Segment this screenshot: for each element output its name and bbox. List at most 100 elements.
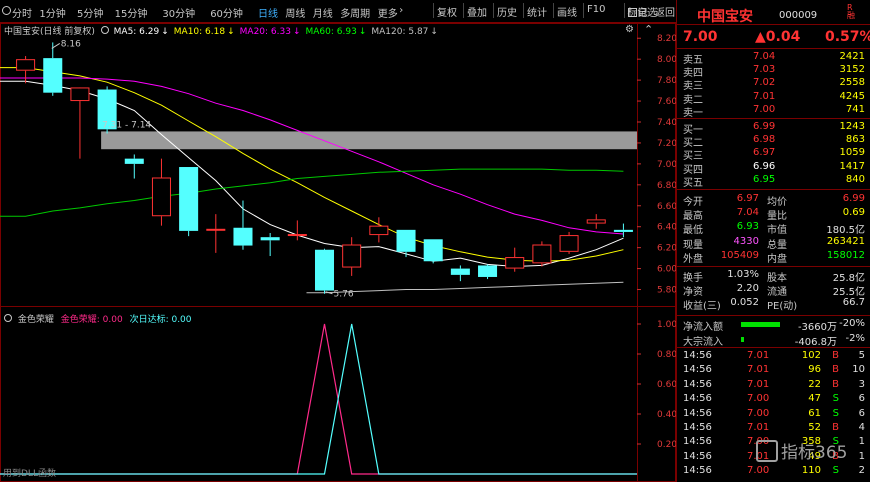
bid-row: 买四 6.96 1417: [677, 161, 870, 176]
candle-body: [16, 59, 36, 71]
stat-label: 市值: [767, 225, 787, 237]
stat-row: 最低 6.93 市值 180.5亿: [677, 221, 870, 237]
candles: [16, 42, 633, 294]
price-axis-label: 7.40: [657, 118, 676, 128]
trade-count: 6: [858, 407, 865, 419]
flow-label: 净流入额: [683, 322, 723, 333]
trade-volume: 52: [808, 422, 821, 433]
stat-value: 66.7: [842, 297, 865, 309]
ma-legend-item: MA10: 6.18: [173, 27, 226, 37]
dll-footer: 用到DLL函数: [3, 469, 56, 479]
ask-row: 卖五 7.04 2421: [677, 51, 870, 66]
ask-volume: 3152: [839, 64, 865, 76]
stat-label: 流通: [767, 287, 787, 299]
ma-arrow-icon: ↓: [358, 27, 367, 37]
moving-average-lines: [0, 67, 624, 294]
stat-value: 158012: [826, 249, 865, 261]
trade-count: 6: [858, 393, 865, 405]
stat-row: 今开 6.97 均价 6.99: [677, 193, 870, 208]
ask-price: 7.04: [753, 51, 776, 62]
settings-gear-icon[interactable]: ⚙: [625, 24, 634, 35]
stat-value: 1.03%: [727, 269, 759, 280]
stat-value: 25.5亿: [832, 287, 865, 299]
ma-line-ma20: [0, 77, 624, 235]
trade-row: 14:56 7.01 22 B 3: [677, 379, 870, 392]
stat-row: 收益(三) 0.052 PE(动) 66.7: [677, 297, 870, 313]
ask-label: 卖一: [683, 107, 703, 119]
bid-volume: 840: [845, 173, 865, 185]
stat-label: 净资: [683, 287, 703, 299]
trade-time: 14:56: [683, 450, 712, 462]
trade-side: S: [832, 465, 839, 477]
ma-legend-items: MA5: 6.29 ↓ MA10: 6.18 ↓ MA20: 6.33 ↓ MA60: 6.…: [114, 27, 443, 37]
watermark: 指标365: [756, 438, 847, 463]
stat-value: 25.8亿: [832, 273, 865, 284]
stat-value: 6.93: [736, 221, 759, 233]
candle-body: [613, 229, 633, 232]
price-axis-label: 7.00: [657, 160, 676, 170]
bid-row: 买三 6.97 1059: [677, 147, 870, 162]
candle-body: [559, 235, 579, 252]
candle-body: [478, 265, 498, 277]
stat-label: 外盘: [683, 253, 703, 265]
trade-side: B: [832, 378, 839, 390]
stat-row: 换手 1.03% 股本 25.8亿: [677, 269, 870, 284]
price-axis-label: 7.20: [657, 139, 676, 149]
bid-price: 6.99: [753, 121, 776, 132]
bid-label: 买五: [683, 177, 703, 189]
candle-body: [369, 225, 389, 236]
stat-value: 263421: [826, 235, 865, 247]
stat-label: 收益(三): [683, 301, 721, 313]
candle-body: [124, 158, 144, 164]
sub-axis-label: 1.00: [657, 320, 676, 330]
stat-row: 现量 4330 总量 263421: [677, 235, 870, 251]
quote-panel: 中国宝安 000009 R融 7.00 ▲0.04 0.57% 卖五 7.04 24…: [676, 0, 870, 482]
stat-row: 最高 7.04 量比 0.69: [677, 207, 870, 222]
sub-settings-icon[interactable]: [4, 314, 12, 322]
trade-price: 7.01: [747, 350, 770, 361]
trade-count: 5: [858, 350, 865, 361]
stat-value: 0.052: [730, 297, 759, 309]
trade-count: 10: [852, 364, 865, 376]
flow-row: 大宗流入 -406.8万 -2%: [677, 333, 870, 348]
ask-volume: 2558: [839, 77, 865, 89]
trade-count: 3: [858, 378, 865, 390]
ask-row: 卖三 7.02 2558: [677, 77, 870, 92]
stat-value: 180.5亿: [826, 225, 865, 237]
trade-row: 14:56 7.00 61 S 6: [677, 408, 870, 421]
trade-time: 14:56: [683, 465, 712, 477]
trade-side: S: [832, 407, 839, 419]
sub-series1-label: 金色荣耀: 0.00: [60, 315, 123, 325]
ask-volume: 2421: [839, 51, 865, 62]
stat-value: 2.20: [736, 283, 759, 295]
price-chart[interactable]: 8.16 5.76 7.31 - 7.14 8.20 8.00 7.80 7.60 7.40…: [0, 0, 676, 482]
ask-price: 7.02: [753, 77, 776, 89]
stat-value: 0.69: [842, 207, 865, 219]
ask-price: 7.03: [753, 64, 776, 76]
bid-row: 买五 6.95 840: [677, 173, 870, 189]
candle-body: [151, 177, 171, 217]
stat-label: PE(动): [767, 301, 798, 313]
trade-side: B: [832, 422, 839, 433]
collapse-chevron-icon[interactable]: ⌃: [644, 23, 653, 36]
price-axis-label: 5.80: [657, 286, 676, 296]
bid-price: 6.95: [753, 173, 776, 185]
candle-body: [179, 167, 199, 231]
trade-time: 14:56: [683, 436, 712, 448]
ma-legend-item: MA20: 6.33: [239, 27, 291, 37]
stat-label: 今开: [683, 197, 703, 208]
ma-legend-item: MA120: 5.87: [371, 27, 429, 37]
price-axis-label: 7.60: [657, 97, 676, 107]
flow-label: 大宗流入: [683, 336, 723, 348]
ask-row: 卖四 7.03 3152: [677, 64, 870, 79]
bid-volume: 1059: [839, 147, 865, 159]
candle-body: [342, 244, 362, 268]
price-axis-label: 6.80: [657, 181, 676, 191]
stat-value: 4330: [733, 235, 759, 247]
trade-price: 7.00: [747, 407, 770, 419]
legend-settings-icon[interactable]: [100, 26, 109, 34]
watermark-logo-icon: [756, 440, 778, 462]
trade-price: 7.01: [747, 364, 770, 376]
price-change-pct: 0.57%: [825, 29, 870, 45]
ask-row: 卖一 7.00 741: [677, 104, 870, 119]
